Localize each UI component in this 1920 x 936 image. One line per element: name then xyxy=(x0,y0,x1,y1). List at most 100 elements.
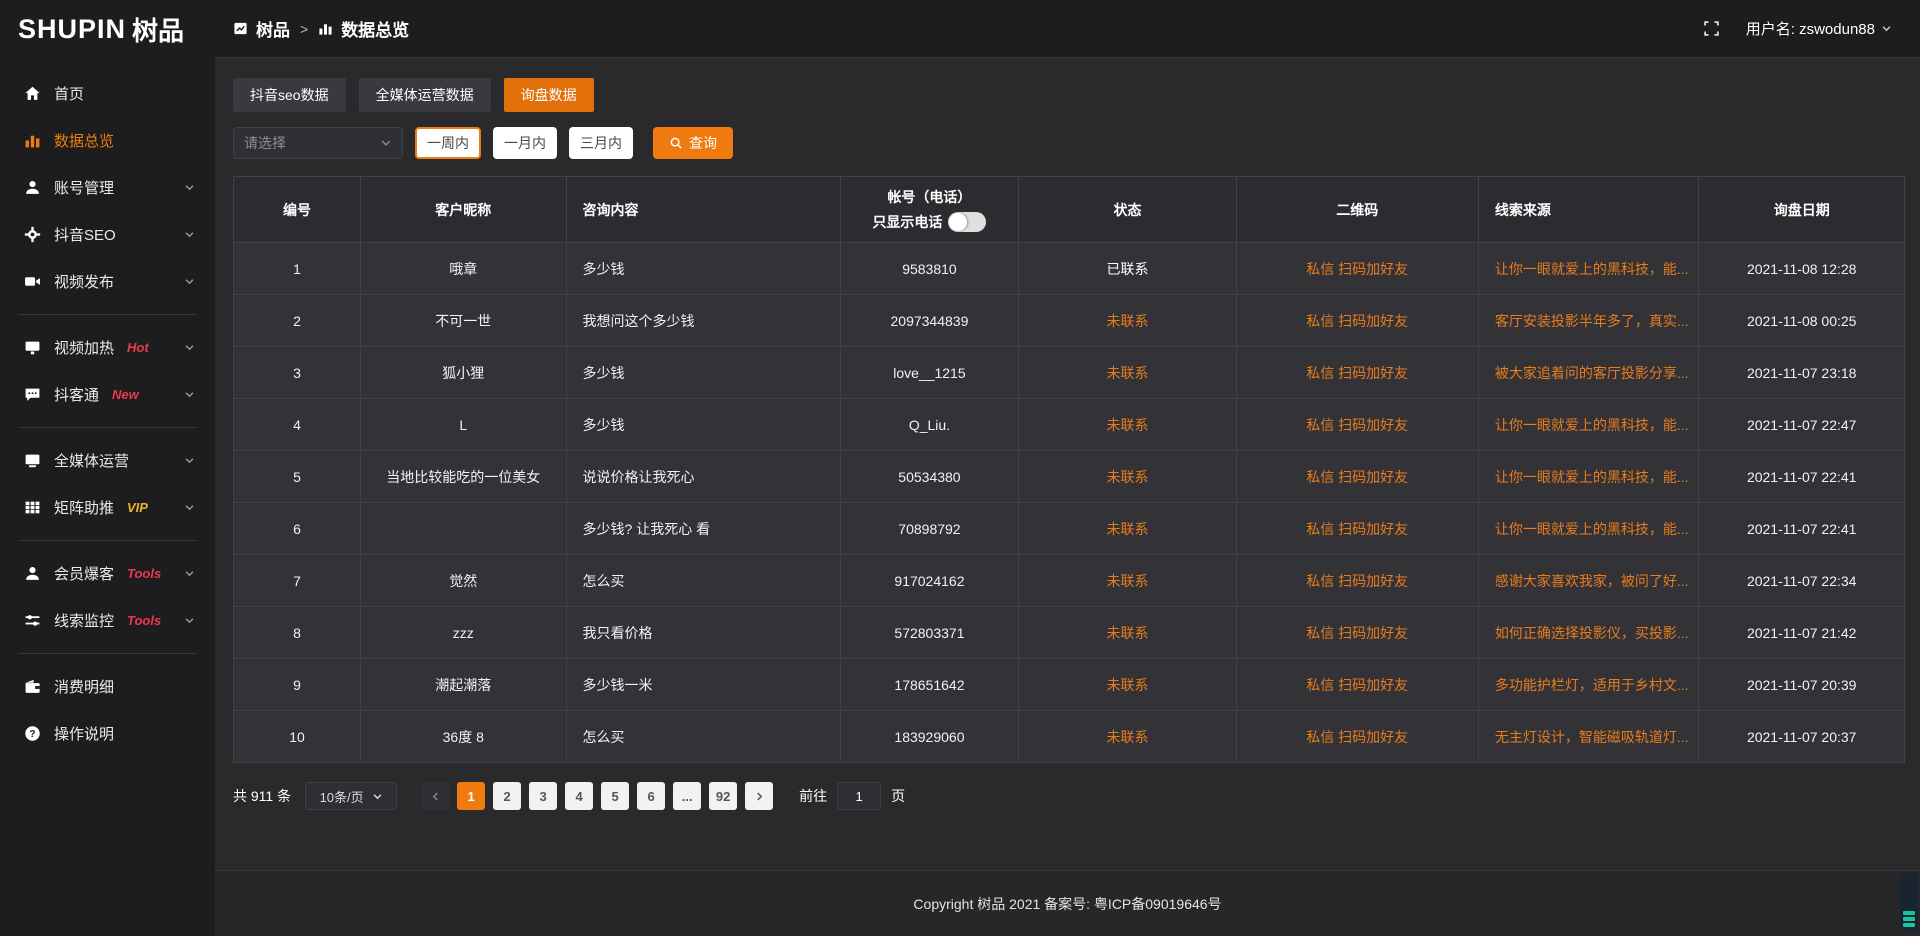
table-row: 6 多少钱? 让我死心 看 70898792 未联系 私信 扫码加好友 让你一眼… xyxy=(234,503,1905,555)
cell-source-link[interactable]: 无主灯设计，智能磁吸轨道灯... xyxy=(1478,711,1699,763)
cell-qrcode-actions[interactable]: 私信 扫码加好友 xyxy=(1236,711,1478,763)
page-button-4[interactable]: 4 xyxy=(565,782,593,810)
page-button-3[interactable]: 3 xyxy=(529,782,557,810)
cell-index: 6 xyxy=(234,503,361,555)
corner-widget[interactable] xyxy=(1900,873,1918,931)
cell-index: 8 xyxy=(234,607,361,659)
sidebar-item-media-operation[interactable]: 全媒体运营 xyxy=(0,437,215,484)
range-quarter-button[interactable]: 三月内 xyxy=(569,127,633,159)
tools-badge: Tools xyxy=(127,613,161,628)
cell-account: Q_Liu. xyxy=(840,399,1019,451)
cell-date: 2021-11-07 22:41 xyxy=(1699,503,1905,555)
sidebar-item-label: 抖音SEO xyxy=(54,224,116,245)
tab-media-operation-data[interactable]: 全媒体运营数据 xyxy=(359,78,491,112)
cell-qrcode-actions[interactable]: 私信 扫码加好友 xyxy=(1236,295,1478,347)
page-button-92[interactable]: 92 xyxy=(709,782,737,810)
cell-index: 1 xyxy=(234,243,361,295)
page-chart-icon xyxy=(318,21,333,36)
header-account-label: 帐号（电话） xyxy=(841,187,1019,207)
sidebar-item-expense-detail[interactable]: 消费明细 xyxy=(0,663,215,710)
cell-content: 怎么买 xyxy=(566,711,840,763)
sidebar-item-doukertong[interactable]: 抖客通 New xyxy=(0,371,215,418)
cell-source-link[interactable]: 客厅安装投影半年多了，真实... xyxy=(1478,295,1699,347)
cell-status: 未联系 xyxy=(1019,451,1236,503)
sidebar-item-label: 全媒体运营 xyxy=(54,450,129,471)
sidebar-item-matrix-boost[interactable]: 矩阵助推 VIP xyxy=(0,484,215,531)
cell-content: 我想问这个多少钱 xyxy=(566,295,840,347)
cell-nickname xyxy=(360,503,566,555)
prev-page-button[interactable] xyxy=(421,782,449,810)
cell-account: 9583810 xyxy=(840,243,1019,295)
cell-nickname: 觉然 xyxy=(360,555,566,607)
cell-status: 未联系 xyxy=(1019,295,1236,347)
header-content: 咨询内容 xyxy=(566,177,840,243)
cell-source-link[interactable]: 被大家追着问的客厅投影分享... xyxy=(1478,347,1699,399)
cell-qrcode-actions[interactable]: 私信 扫码加好友 xyxy=(1236,659,1478,711)
content: 抖音seo数据 全媒体运营数据 询盘数据 请选择 一周内 一月内 三月内 查询 xyxy=(215,58,1920,936)
tab-douyin-seo-data[interactable]: 抖音seo数据 xyxy=(233,78,346,112)
range-month-button[interactable]: 一月内 xyxy=(493,127,557,159)
user-menu[interactable]: 用户名: zswodun88 xyxy=(1746,18,1892,39)
cell-status: 未联系 xyxy=(1019,711,1236,763)
range-week-button[interactable]: 一周内 xyxy=(415,127,481,159)
fullscreen-icon[interactable] xyxy=(1703,20,1720,37)
tab-inquiry-data[interactable]: 询盘数据 xyxy=(504,78,594,112)
cell-qrcode-actions[interactable]: 私信 扫码加好友 xyxy=(1236,451,1478,503)
cell-qrcode-actions[interactable]: 私信 扫码加好友 xyxy=(1236,503,1478,555)
cell-date: 2021-11-07 22:47 xyxy=(1699,399,1905,451)
sidebar-divider xyxy=(18,427,197,428)
sidebar-item-video-publish[interactable]: 视频发布 xyxy=(0,258,215,305)
cell-account: 183929060 xyxy=(840,711,1019,763)
cell-qrcode-actions[interactable]: 私信 扫码加好友 xyxy=(1236,243,1478,295)
sidebar-item-label: 首页 xyxy=(54,83,84,104)
page-button-6[interactable]: 6 xyxy=(637,782,665,810)
sidebar-item-douyin-seo[interactable]: 抖音SEO xyxy=(0,211,215,258)
cell-source-link[interactable]: 感谢大家喜欢我家，被问了好... xyxy=(1478,555,1699,607)
next-page-button[interactable] xyxy=(745,782,773,810)
grid-icon xyxy=(24,499,41,516)
cell-source-link[interactable]: 让你一眼就爱上的黑科技，能... xyxy=(1478,399,1699,451)
phone-only-toggle[interactable] xyxy=(948,212,986,232)
page-ellipsis-button[interactable]: ... xyxy=(673,782,701,810)
chevron-down-icon xyxy=(1881,23,1892,34)
page-button-2[interactable]: 2 xyxy=(493,782,521,810)
query-button-label: 查询 xyxy=(689,133,717,153)
cell-source-link[interactable]: 让你一眼就爱上的黑科技，能... xyxy=(1478,451,1699,503)
breadcrumb-root[interactable]: 树品 xyxy=(256,16,290,41)
sidebar-item-member-baoke[interactable]: 会员爆客 Tools xyxy=(0,550,215,597)
cell-source-link[interactable]: 让你一眼就爱上的黑科技，能... xyxy=(1478,503,1699,555)
cell-qrcode-actions[interactable]: 私信 扫码加好友 xyxy=(1236,607,1478,659)
cell-content: 多少钱 xyxy=(566,243,840,295)
cell-source-link[interactable]: 多功能护栏灯，适用于乡村文... xyxy=(1478,659,1699,711)
chevron-down-icon xyxy=(184,276,195,287)
cell-qrcode-actions[interactable]: 私信 扫码加好友 xyxy=(1236,399,1478,451)
cell-account: 2097344839 xyxy=(840,295,1019,347)
header-index: 编号 xyxy=(234,177,361,243)
query-button[interactable]: 查询 xyxy=(653,127,733,159)
toggle-knob xyxy=(949,213,967,231)
cell-qrcode-actions[interactable]: 私信 扫码加好友 xyxy=(1236,347,1478,399)
cell-index: 4 xyxy=(234,399,361,451)
sidebar-item-clue-monitor[interactable]: 线索监控 Tools xyxy=(0,597,215,644)
sidebar-item-instructions[interactable]: ? 操作说明 xyxy=(0,710,215,757)
category-select[interactable]: 请选择 xyxy=(233,127,403,159)
sidebar-item-video-heat[interactable]: 视频加热 Hot xyxy=(0,324,215,371)
sidebar-item-label: 操作说明 xyxy=(54,723,114,744)
sidebar-item-label: 抖客通 xyxy=(54,384,99,405)
sidebar-item-home[interactable]: 首页 xyxy=(0,70,215,117)
sidebar-item-account-management[interactable]: 账号管理 xyxy=(0,164,215,211)
goto-page-input[interactable] xyxy=(837,782,881,810)
sidebar-divider xyxy=(18,314,197,315)
cell-qrcode-actions[interactable]: 私信 扫码加好友 xyxy=(1236,555,1478,607)
page-button-1[interactable]: 1 xyxy=(457,782,485,810)
cell-date: 2021-11-07 20:37 xyxy=(1699,711,1905,763)
page-button-5[interactable]: 5 xyxy=(601,782,629,810)
cell-source-link[interactable]: 如何正确选择投影仪，买投影... xyxy=(1478,607,1699,659)
cell-account: 178651642 xyxy=(840,659,1019,711)
cell-date: 2021-11-08 12:28 xyxy=(1699,243,1905,295)
header-status: 状态 xyxy=(1019,177,1236,243)
page-size-select[interactable]: 10条/页 xyxy=(305,782,397,810)
sidebar-item-data-overview[interactable]: 数据总览 xyxy=(0,117,215,164)
cell-source-link[interactable]: 让你一眼就爱上的黑科技，能... xyxy=(1478,243,1699,295)
table-row: 8 zzz 我只看价格 572803371 未联系 私信 扫码加好友 如何正确选… xyxy=(234,607,1905,659)
